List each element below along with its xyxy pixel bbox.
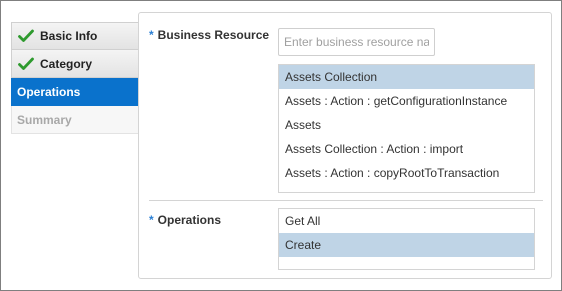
business-resource-option[interactable]: Assets Collection <box>279 65 534 89</box>
train-step-label: Basic Info <box>40 29 98 43</box>
dialog-frame: Basic Info Category Operations Summary *… <box>0 0 562 291</box>
operations-option[interactable]: Create <box>279 233 534 257</box>
train-step-summary: Summary <box>11 106 138 134</box>
train-step-category[interactable]: Category <box>11 50 138 78</box>
check-icon <box>18 29 34 42</box>
required-marker: * <box>149 213 154 227</box>
listbox-padding <box>279 257 534 269</box>
section-divider <box>149 200 543 201</box>
business-resource-option[interactable]: Assets Collection : Action : import <box>279 137 534 161</box>
business-resource-option[interactable]: Assets : Action : getConfigurationInstan… <box>279 89 534 113</box>
train-step-basic-info[interactable]: Basic Info <box>11 22 138 50</box>
operations-label: * Operations <box>149 213 222 227</box>
business-resource-option[interactable]: Assets <box>279 113 534 137</box>
business-resource-label: * Business Resource <box>149 28 270 42</box>
train-step-label: Operations <box>17 84 81 99</box>
operations-option[interactable]: Get All <box>279 209 534 233</box>
business-resource-option[interactable]: Assets : Action : copyRootToTransaction <box>279 161 534 185</box>
train-step-label: Summary <box>17 112 72 127</box>
listbox-padding <box>279 185 534 192</box>
required-marker: * <box>149 28 154 42</box>
business-resource-listbox[interactable]: Assets Collection Assets : Action : getC… <box>278 64 535 193</box>
wizard-train: Basic Info Category Operations Summary <box>11 22 138 134</box>
train-step-operations[interactable]: Operations <box>11 78 138 106</box>
train-step-label: Category <box>40 56 93 71</box>
operations-listbox[interactable]: Get All Create <box>278 208 535 270</box>
check-icon <box>18 57 34 70</box>
business-resource-search-input[interactable] <box>278 28 435 56</box>
